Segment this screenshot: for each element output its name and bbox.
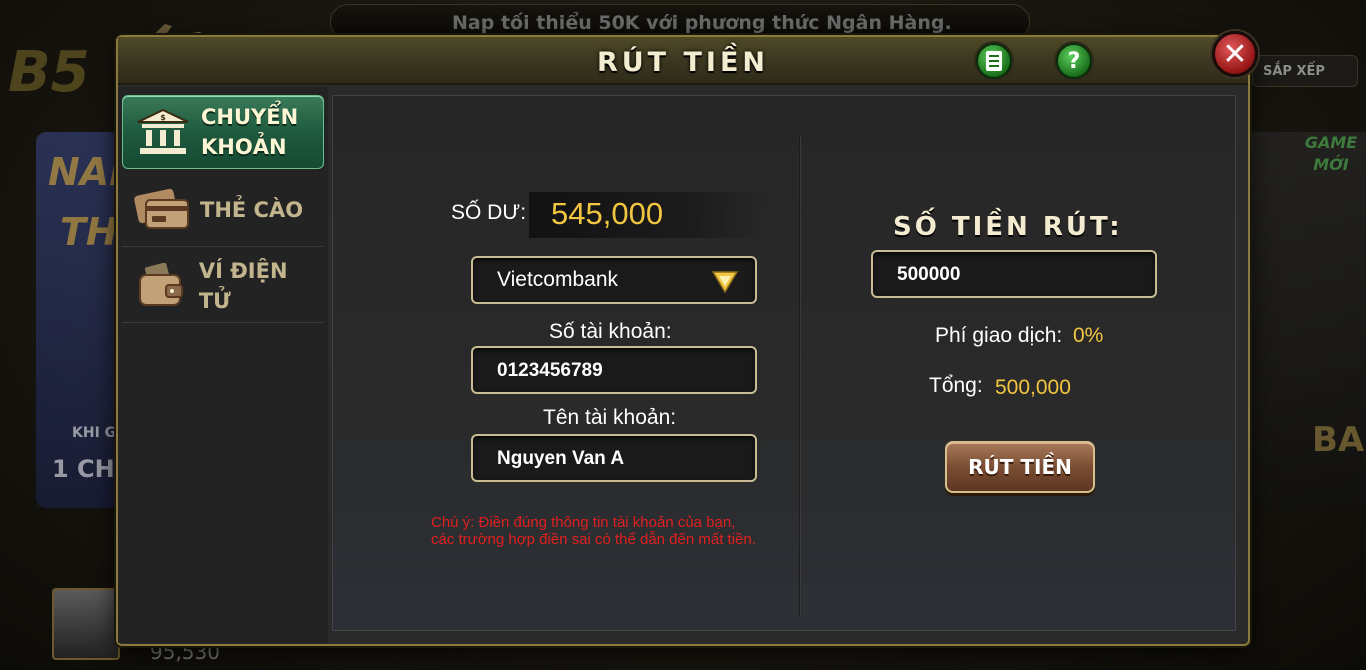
background-promo-text: KHI G [72,425,117,441]
sidebar-item-label: VÍ ĐIỆN TỬ [198,258,288,313]
card-icon [134,185,190,235]
withdraw-amount-value: 500000 [897,264,961,285]
warning-line: các trường hợp điền sai có thể dẫn đến m… [431,531,756,548]
wallet-icon [134,261,189,311]
account-name-label: Tên tài khoản: [543,406,677,429]
withdraw-amount-input[interactable]: 500000 [871,250,1157,298]
fee-label: Phí giao dịch: [935,324,1063,347]
total-label: Tổng: [929,374,983,397]
bank-icon: $ [135,107,191,157]
account-number-value: 0123456789 [497,360,603,381]
payment-method-sidebar: $ CHUYỂN KHOẢN THẺ CÀO VÍ ĐIỆN TỬ [118,87,328,643]
bank-select[interactable]: Vietcombank [471,256,757,304]
background-logo: B5 [8,40,90,105]
fee-value: 0% [1073,324,1104,347]
account-number-input[interactable]: 0123456789 [471,346,757,394]
svg-text:$: $ [160,113,166,122]
warning-note: Chú ý: Điền đúng thông tin tài khoản của… [431,514,811,548]
account-name-input[interactable]: Nguyen Van A [471,434,757,482]
withdraw-submit-button[interactable]: RÚT TIỀN [945,441,1095,493]
withdraw-form-panel: SỐ DƯ: 545,000 Vietcombank Số tài khoản:… [332,95,1236,631]
help-icon: ? [1067,48,1081,74]
withdraw-dialog: RÚT TIỀN ? ✕ $ CHUYỂN KHOẢN THẺ CÀO VÍ Đ… [116,31,1258,646]
new-game-badge: GAME MỚI [1304,133,1358,174]
chevron-down-icon [711,271,739,294]
sidebar-item-label: CHUYỂN KHOẢN [201,102,298,162]
warning-line: Chú ý: Điền đúng thông tin tài khoản của… [431,514,736,531]
withdraw-amount-title: SỐ TIỀN RÚT: [893,212,1123,242]
sidebar-item-label-line: KHOẢN [201,135,287,159]
account-number-label: Số tài khoản: [549,320,672,343]
sidebar-item-bank-transfer[interactable]: $ CHUYỂN KHOẢN [122,95,324,169]
sidebar-item-label-line: CHUYỂN [201,105,299,129]
help-button[interactable]: ? [1056,43,1092,79]
close-button[interactable]: ✕ [1212,31,1258,77]
sidebar-item-label: THẺ CÀO [200,197,304,222]
background-game-title: BA [1312,420,1365,460]
account-name-value: Nguyen Van A [497,448,625,469]
total-value: 500,000 [995,376,1071,399]
avatar [52,588,120,660]
sort-button: SẮP XẾP [1252,55,1358,87]
bank-select-value: Vietcombank [497,268,619,291]
sidebar-item-scratch-card[interactable]: THẺ CÀO [122,173,324,247]
background-promo-text: 1 CH [52,455,115,483]
dialog-header: RÚT TIỀN ? [118,37,1248,85]
history-button[interactable] [976,43,1012,79]
list-icon [986,51,1002,71]
balance-label: SỐ DƯ: [451,201,527,224]
background-promo-text: TH [60,210,118,254]
sidebar-item-e-wallet[interactable]: VÍ ĐIỆN TỬ [122,249,324,323]
background-marquee-text: Nap tối thiểu 50K với phương thức Ngân H… [452,12,952,34]
close-icon: ✕ [1222,36,1248,72]
balance-value: 545,000 [551,196,664,231]
